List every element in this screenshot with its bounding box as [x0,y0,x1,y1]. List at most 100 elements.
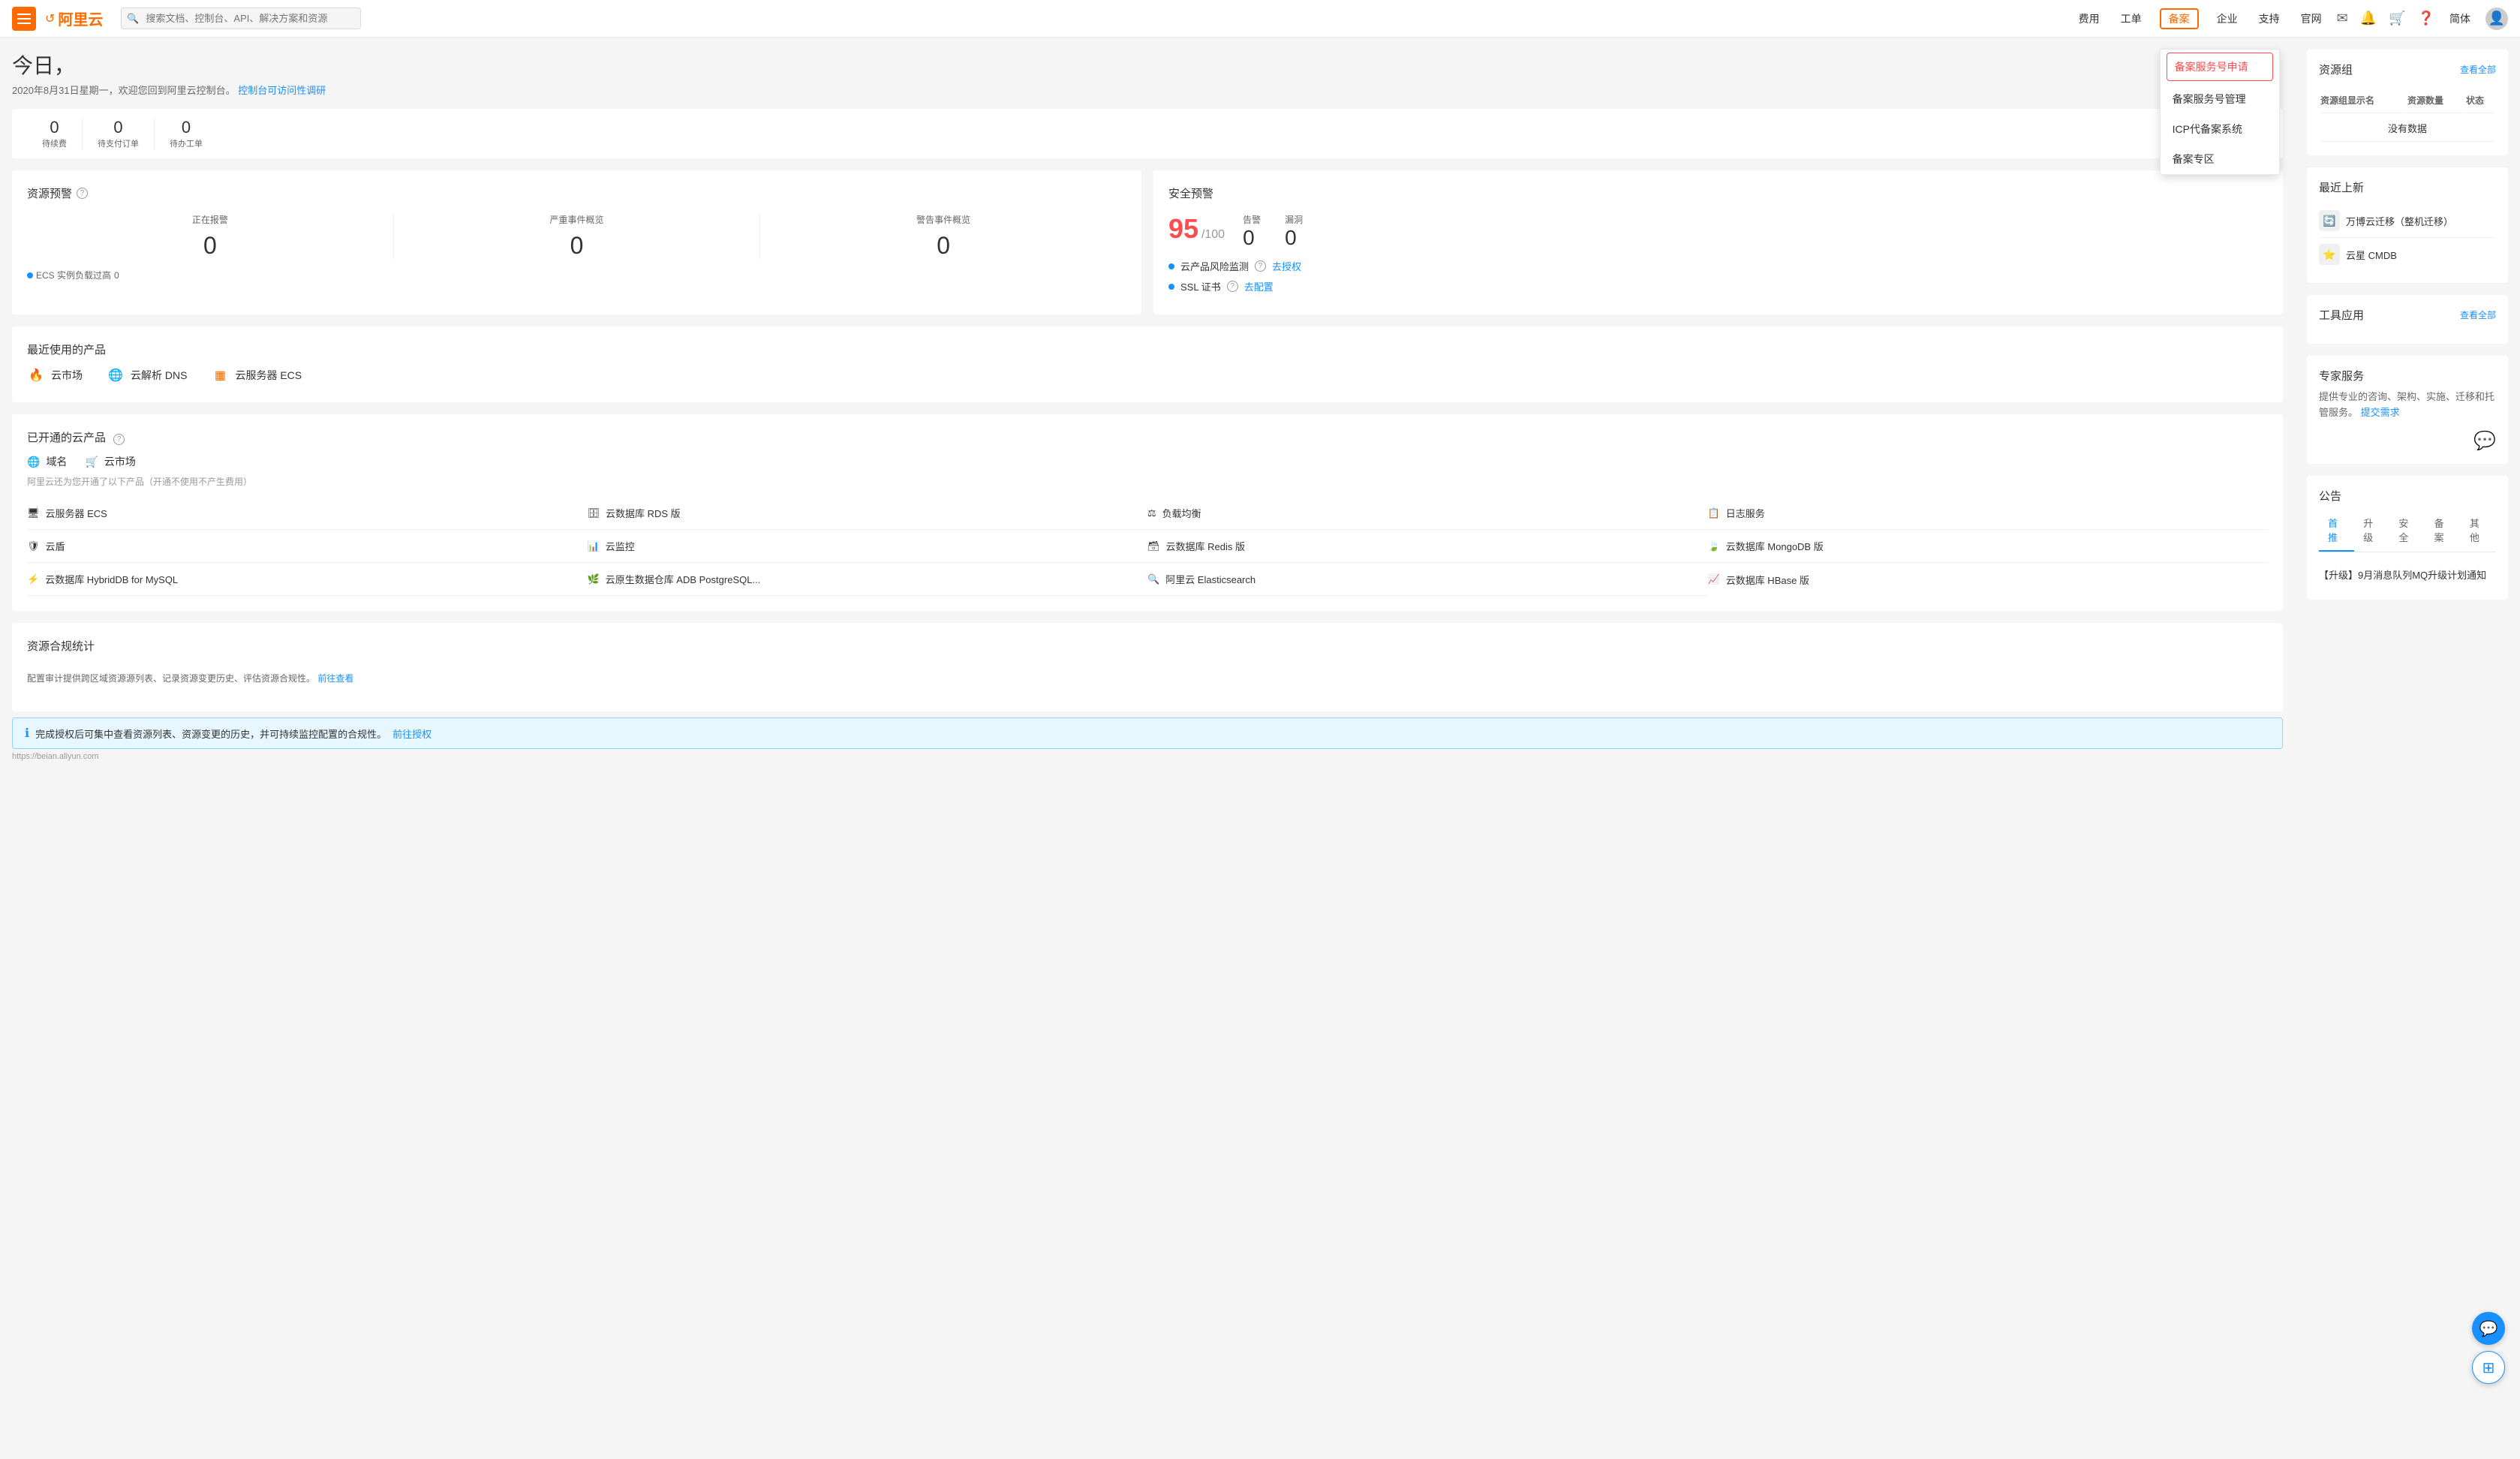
recent-new-icon-0: 🔄 [2319,210,2340,231]
tools-view-all[interactable]: 查看全部 [2460,308,2496,321]
pending-items: 0 待续费 0 待支付订单 0 待办工单 [27,118,2212,149]
recent-product-label-1: 云解析 DNS [131,368,187,383]
table-col-count: 资源数量 [2407,88,2464,113]
nav-enterprise[interactable]: 企业 [2214,11,2241,26]
bell-icon[interactable]: 🔔 [2360,11,2377,26]
gi-label-1: 云数据库 RDS 版 [606,506,681,520]
security-alert-value: 0 [1243,226,1261,250]
greeting-link[interactable]: 控制台可访问性调研 [238,85,326,96]
grid-item-10[interactable]: 🔍阿里云 Elasticsearch [1147,563,1708,596]
expert-link[interactable]: 提交需求 [2361,407,2400,418]
float-chat-button[interactable]: 💬 [2472,1312,2505,1345]
grid-item-1[interactable]: 🗄云数据库 RDS 版 [588,497,1148,530]
resource-help-icon[interactable]: ? [77,188,88,199]
nav-support[interactable]: 支持 [2256,11,2283,26]
alert-col-2: 警告事件概览 0 [760,213,1126,260]
search-input[interactable] [121,8,361,29]
sec-action-0[interactable]: 去授权 [1272,259,1301,273]
security-vuln-label: 漏洞 [1285,213,1303,226]
content-area: 今日， 2020年8月31日星期一，欢迎您回到阿里云控制台。 控制台可访问性调研… [0,38,2295,1459]
logo[interactable]: ↺ 阿里云 [45,8,103,29]
grid-item-9[interactable]: 🌿云原生数据仓库 ADB PostgreSQL... [588,563,1148,596]
opened-help-icon[interactable]: ? [113,434,125,445]
float-grid-button[interactable]: ⊞ [2472,1351,2505,1384]
nav-fee[interactable]: 费用 [2076,11,2103,26]
grid-item-5[interactable]: 📊 云监控 [588,530,1148,563]
sec-help-1[interactable]: ? [1227,281,1238,292]
security-vuln-count: 漏洞 0 [1285,213,1303,250]
sec-action-1[interactable]: 去配置 [1244,279,1274,293]
tab-upgrade[interactable]: 升级 [2354,510,2389,552]
gi-icon-9: 🌿 [588,573,600,585]
recent-product-icon-2: ▦ [211,366,229,384]
resource-groups-view-all[interactable]: 查看全部 [2460,63,2496,76]
gi-label-11: 云数据库 HBase 版 [1726,573,1809,587]
expert-card: 专家服务 提供专业的咨询、架构、实施、迁移和托管服务。 提交需求 💬 [2307,356,2508,464]
recent-new-1[interactable]: ⭐ 云星 CMDB [2319,238,2496,271]
compliance-title: 资源合规统计 [27,638,95,654]
notice-link[interactable]: 前往授权 [392,726,432,741]
tab-other[interactable]: 其他 [2461,510,2496,552]
message-icon[interactable]: ✉ [2337,11,2348,26]
security-counts: 告警 0 漏洞 0 [1243,213,1303,250]
opened-top-0[interactable]: 🌐 域名 [27,454,67,469]
pending-fee-label: 待续费 [42,137,67,149]
cart-icon[interactable]: 🛒 [2389,11,2405,26]
security-alert-title: 安全预警 [1168,185,2268,201]
grid-item-7[interactable]: 🍃云数据库 MongoDB 版 [1708,530,2269,563]
tab-beian[interactable]: 备案 [2425,510,2461,552]
header: ↺ 阿里云 🔍 费用 工单 备案 备案服务号申请 备案服务号管理 ICP代备案系… [0,0,2520,38]
dropdown-item-0[interactable]: 备案服务号申请 [2167,53,2273,81]
resource-alerts-row: 正在报警 0 严重事件概览 0 警告事件概览 0 [27,213,1126,260]
grid-item-4[interactable]: 🛡云盾 [27,530,588,563]
pending-work-label: 待办工单 [170,137,203,149]
nav-ticket[interactable]: 工单 [2118,11,2145,26]
nav-lang[interactable]: 简体 [2446,11,2473,26]
gi-icon-5: 📊 [588,540,600,552]
gi-label-10: 阿里云 Elasticsearch [1165,572,1255,586]
opened-top-1[interactable]: 🛒 云市场 [85,454,135,469]
grid-item-11[interactable]: 📈云数据库 HBase 版 [1708,563,2269,596]
recent-product-1[interactable]: 🌐 云解析 DNS [107,366,187,384]
security-score-max: /100 [1201,228,1225,241]
sec-help-0[interactable]: ? [1255,260,1266,272]
pending-work-count: 0 [182,118,191,137]
opened-top-icon-1: 🛒 [85,456,98,468]
expert-title: 专家服务 [2319,368,2496,384]
hamburger-menu[interactable] [12,7,36,31]
user-avatar[interactable]: 👤 [2485,8,2508,30]
dropdown-item-2[interactable]: ICP代备案系统 [2161,114,2279,144]
help-icon[interactable]: ❓ [2418,11,2434,26]
nav-beian[interactable]: 备案 [2160,8,2199,29]
recent-product-0[interactable]: 🔥 云市场 [27,366,83,384]
recent-product-2[interactable]: ▦ 云服务器 ECS [211,366,302,384]
expert-chat-icon-wrapper: 💬 [2319,430,2496,452]
sidebar: 资源组 查看全部 资源组显示名 资源数量 状态 没有数据 [2295,38,2520,1459]
grid-item-2[interactable]: ⚖负载均衡 [1147,497,1708,530]
dropdown-item-3[interactable]: 备案专区 [2161,144,2279,174]
compliance-link[interactable]: 前往查看 [317,673,353,684]
recent-new-header: 最近上新 [2319,179,2496,195]
gi-label-0: 云服务器 ECS [46,506,107,520]
recent-new-0[interactable]: 🔄 万博云迁移（整机迁移） [2319,204,2496,238]
grid-item-0[interactable]: 🖥云服务器 ECS [27,497,588,530]
opened-top-items: 🌐 域名 🛒 云市场 [27,454,2268,469]
tools-card: 工具应用 查看全部 [2307,295,2508,344]
chat-icon[interactable]: 💬 [2473,431,2496,451]
recent-product-label-2: 云服务器 ECS [235,368,302,383]
pending-order-label: 待支付订单 [98,137,139,149]
nav-official[interactable]: 官网 [2298,11,2325,26]
tab-top[interactable]: 首推 [2319,510,2354,552]
recent-product-icon-0: 🔥 [27,366,45,384]
announce-item-0[interactable]: 【升级】9月消息队列MQ升级计划通知 [2319,561,2496,588]
dropdown-item-1[interactable]: 备案服务号管理 [2161,84,2279,114]
grid-item-6[interactable]: 🗃云数据库 Redis 版 [1147,530,1708,563]
opened-top-label-0: 域名 [46,454,67,469]
recent-new-title: 最近上新 [2319,179,2364,195]
tab-security[interactable]: 安全 [2389,510,2425,552]
recent-products-title: 最近使用的产品 [27,341,2268,357]
grid-item-3[interactable]: 📋日志服务 [1708,497,2269,530]
gi-label-5: 云监控 [606,539,635,553]
resource-groups-card: 资源组 查看全部 资源组显示名 资源数量 状态 没有数据 [2307,50,2508,155]
grid-item-8[interactable]: ⚡云数据库 HybridDB for MySQL [27,563,588,596]
